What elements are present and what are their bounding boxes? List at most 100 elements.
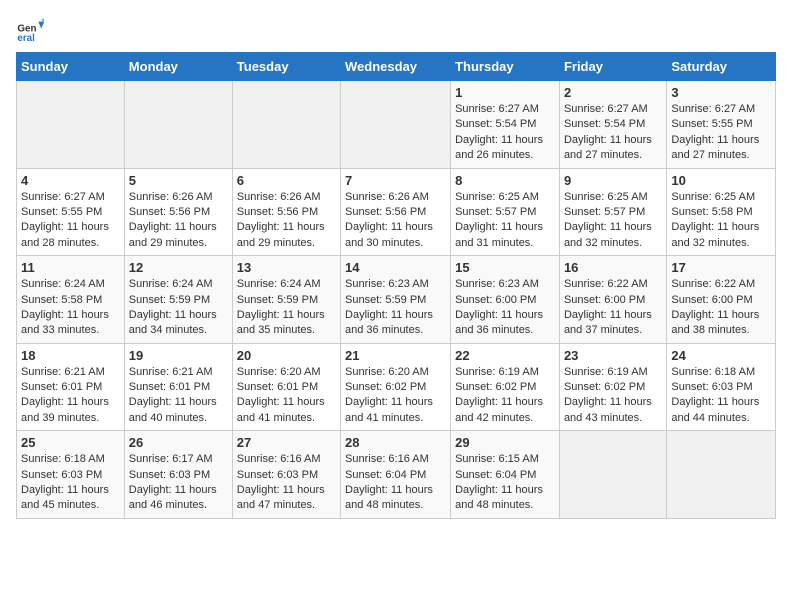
calendar-cell: 22 Sunrise: 6:19 AM Sunset: 6:02 PM Dayli…	[451, 343, 560, 431]
day-number: 23	[564, 348, 662, 363]
calendar-cell: 19 Sunrise: 6:21 AM Sunset: 6:01 PM Dayli…	[124, 343, 232, 431]
calendar-cell: 20 Sunrise: 6:20 AM Sunset: 6:01 PM Dayli…	[232, 343, 340, 431]
cell-info: Sunrise: 6:25 AM Sunset: 5:58 PM Dayligh…	[671, 190, 771, 252]
day-number: 3	[671, 85, 771, 100]
cell-info: Sunrise: 6:27 AM Sunset: 5:54 PM Dayligh…	[455, 102, 555, 164]
calendar-cell: 6 Sunrise: 6:26 AM Sunset: 5:56 PM Daylig…	[232, 168, 340, 256]
calendar-cell: 8 Sunrise: 6:25 AM Sunset: 5:57 PM Daylig…	[451, 168, 560, 256]
day-number: 15	[455, 260, 555, 275]
cell-info: Sunrise: 6:20 AM Sunset: 6:01 PM Dayligh…	[237, 365, 336, 427]
cell-info: Sunrise: 6:26 AM Sunset: 5:56 PM Dayligh…	[345, 190, 446, 252]
calendar-week-2: 4 Sunrise: 6:27 AM Sunset: 5:55 PM Daylig…	[17, 168, 776, 256]
cell-info: Sunrise: 6:26 AM Sunset: 5:56 PM Dayligh…	[129, 190, 228, 252]
cell-info: Sunrise: 6:21 AM Sunset: 6:01 PM Dayligh…	[21, 365, 120, 427]
logo: Gen eral	[16, 16, 48, 44]
day-number: 22	[455, 348, 555, 363]
calendar-cell	[559, 431, 666, 519]
cell-info: Sunrise: 6:24 AM Sunset: 5:59 PM Dayligh…	[129, 277, 228, 339]
calendar-cell	[667, 431, 776, 519]
calendar-cell	[17, 81, 125, 169]
day-number: 26	[129, 435, 228, 450]
cell-info: Sunrise: 6:22 AM Sunset: 6:00 PM Dayligh…	[671, 277, 771, 339]
calendar-cell: 1 Sunrise: 6:27 AM Sunset: 5:54 PM Daylig…	[451, 81, 560, 169]
day-number: 16	[564, 260, 662, 275]
calendar-cell: 3 Sunrise: 6:27 AM Sunset: 5:55 PM Daylig…	[667, 81, 776, 169]
cell-info: Sunrise: 6:27 AM Sunset: 5:54 PM Dayligh…	[564, 102, 662, 164]
day-number: 12	[129, 260, 228, 275]
calendar-cell: 13 Sunrise: 6:24 AM Sunset: 5:59 PM Dayli…	[232, 256, 340, 344]
cell-info: Sunrise: 6:17 AM Sunset: 6:03 PM Dayligh…	[129, 452, 228, 514]
calendar-cell: 28Sunrise: 6:16 AM Sunset: 6:04 PM Dayli…	[341, 431, 451, 519]
calendar-cell: 14Sunrise: 6:23 AM Sunset: 5:59 PM Dayli…	[341, 256, 451, 344]
cell-info: Sunrise: 6:27 AM Sunset: 5:55 PM Dayligh…	[21, 190, 120, 252]
calendar-cell	[124, 81, 232, 169]
cell-info: Sunrise: 6:27 AM Sunset: 5:55 PM Dayligh…	[671, 102, 771, 164]
calendar-cell: 25Sunrise: 6:18 AM Sunset: 6:03 PM Dayli…	[17, 431, 125, 519]
column-header-wednesday: Wednesday	[341, 53, 451, 81]
calendar-cell: 10 Sunrise: 6:25 AM Sunset: 5:58 PM Dayli…	[667, 168, 776, 256]
page-header: Gen eral	[16, 16, 776, 44]
column-header-saturday: Saturday	[667, 53, 776, 81]
day-number: 1	[455, 85, 555, 100]
day-number: 10	[671, 173, 771, 188]
calendar-cell: 29 Sunrise: 6:15 AM Sunset: 6:04 PM Dayli…	[451, 431, 560, 519]
day-number: 19	[129, 348, 228, 363]
day-number: 5	[129, 173, 228, 188]
cell-info: Sunrise: 6:16 AM Sunset: 6:03 PM Dayligh…	[237, 452, 336, 514]
logo-icon: Gen eral	[16, 16, 44, 44]
day-number: 11	[21, 260, 120, 275]
calendar-cell: 12 Sunrise: 6:24 AM Sunset: 5:59 PM Dayli…	[124, 256, 232, 344]
cell-info: Sunrise: 6:24 AM Sunset: 5:58 PM Dayligh…	[21, 277, 120, 339]
cell-info: Sunrise: 6:23 AM Sunset: 6:00 PM Dayligh…	[455, 277, 555, 339]
column-header-friday: Friday	[559, 53, 666, 81]
cell-info: Sunrise: 6:24 AM Sunset: 5:59 PM Dayligh…	[237, 277, 336, 339]
cell-info: Sunrise: 6:15 AM Sunset: 6:04 PM Dayligh…	[455, 452, 555, 514]
cell-info: Sunrise: 6:21 AM Sunset: 6:01 PM Dayligh…	[129, 365, 228, 427]
calendar-cell: 17 Sunrise: 6:22 AM Sunset: 6:00 PM Dayli…	[667, 256, 776, 344]
column-header-monday: Monday	[124, 53, 232, 81]
calendar-cell: 16 Sunrise: 6:22 AM Sunset: 6:00 PM Dayli…	[559, 256, 666, 344]
cell-info: Sunrise: 6:18 AM Sunset: 6:03 PM Dayligh…	[21, 452, 120, 514]
day-number: 20	[237, 348, 336, 363]
day-number: 17	[671, 260, 771, 275]
calendar-cell	[341, 81, 451, 169]
calendar-week-5: 25Sunrise: 6:18 AM Sunset: 6:03 PM Dayli…	[17, 431, 776, 519]
cell-info: Sunrise: 6:25 AM Sunset: 5:57 PM Dayligh…	[455, 190, 555, 252]
day-number: 4	[21, 173, 120, 188]
calendar-cell	[232, 81, 340, 169]
cell-info: Sunrise: 6:19 AM Sunset: 6:02 PM Dayligh…	[564, 365, 662, 427]
calendar-cell: 11 Sunrise: 6:24 AM Sunset: 5:58 PM Dayli…	[17, 256, 125, 344]
column-header-tuesday: Tuesday	[232, 53, 340, 81]
calendar-cell: 21Sunrise: 6:20 AM Sunset: 6:02 PM Dayli…	[341, 343, 451, 431]
svg-text:eral: eral	[17, 33, 35, 44]
day-number: 14	[345, 260, 446, 275]
day-number: 2	[564, 85, 662, 100]
calendar-cell: 18Sunrise: 6:21 AM Sunset: 6:01 PM Dayli…	[17, 343, 125, 431]
cell-info: Sunrise: 6:18 AM Sunset: 6:03 PM Dayligh…	[671, 365, 771, 427]
calendar-cell: 9Sunrise: 6:25 AM Sunset: 5:57 PM Daylig…	[559, 168, 666, 256]
calendar-cell: 2 Sunrise: 6:27 AM Sunset: 5:54 PM Daylig…	[559, 81, 666, 169]
calendar-week-4: 18Sunrise: 6:21 AM Sunset: 6:01 PM Dayli…	[17, 343, 776, 431]
day-number: 6	[237, 173, 336, 188]
day-number: 29	[455, 435, 555, 450]
calendar-cell: 23 Sunrise: 6:19 AM Sunset: 6:02 PM Dayli…	[559, 343, 666, 431]
calendar-cell: 26 Sunrise: 6:17 AM Sunset: 6:03 PM Dayli…	[124, 431, 232, 519]
calendar-table: SundayMondayTuesdayWednesdayThursdayFrid…	[16, 52, 776, 519]
day-number: 7	[345, 173, 446, 188]
cell-info: Sunrise: 6:26 AM Sunset: 5:56 PM Dayligh…	[237, 190, 336, 252]
column-header-sunday: Sunday	[17, 53, 125, 81]
day-number: 24	[671, 348, 771, 363]
calendar-week-1: 1 Sunrise: 6:27 AM Sunset: 5:54 PM Daylig…	[17, 81, 776, 169]
column-header-thursday: Thursday	[451, 53, 560, 81]
calendar-cell: 5 Sunrise: 6:26 AM Sunset: 5:56 PM Daylig…	[124, 168, 232, 256]
calendar-body: 1 Sunrise: 6:27 AM Sunset: 5:54 PM Daylig…	[17, 81, 776, 519]
day-number: 9	[564, 173, 662, 188]
calendar-cell: 15 Sunrise: 6:23 AM Sunset: 6:00 PM Dayli…	[451, 256, 560, 344]
calendar-week-3: 11 Sunrise: 6:24 AM Sunset: 5:58 PM Dayli…	[17, 256, 776, 344]
cell-info: Sunrise: 6:16 AM Sunset: 6:04 PM Dayligh…	[345, 452, 446, 514]
cell-info: Sunrise: 6:19 AM Sunset: 6:02 PM Dayligh…	[455, 365, 555, 427]
cell-info: Sunrise: 6:22 AM Sunset: 6:00 PM Dayligh…	[564, 277, 662, 339]
calendar-cell: 7 Sunrise: 6:26 AM Sunset: 5:56 PM Daylig…	[341, 168, 451, 256]
day-number: 13	[237, 260, 336, 275]
day-number: 8	[455, 173, 555, 188]
